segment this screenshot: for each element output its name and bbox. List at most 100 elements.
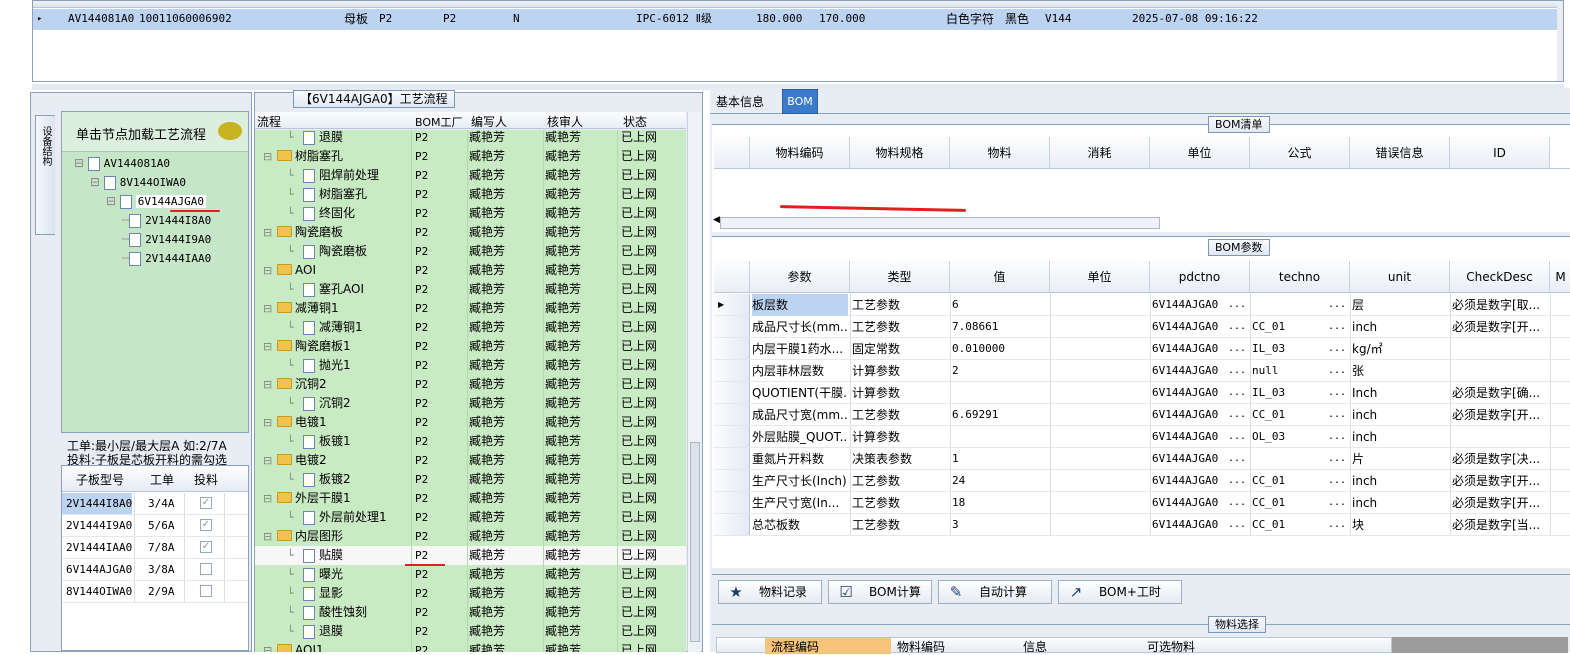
ellipsis-icon[interactable]: ...	[1328, 470, 1346, 492]
bom-calc-button[interactable]: ☑ BOM计算	[828, 580, 932, 604]
corner-cell[interactable]	[714, 261, 750, 292]
flow-row[interactable]: ⊟ 树脂塞孔 P2 臧艳芳 臧艳芳 已上网	[255, 147, 686, 166]
param-row[interactable]: QUOTIENT(干膜... 计算参数 6V144AJGA0... IL_03... I…	[714, 382, 1570, 404]
ellipsis-icon[interactable]: ...	[1328, 514, 1346, 536]
top-grid-row[interactable]: ▸ AV144081A0 10011060006902 母板 P2 P2 N I…	[33, 9, 1563, 30]
flow-row[interactable]: └ 终固化 P2 臧艳芳 臧艳芳 已上网	[255, 204, 686, 223]
col-unit-label[interactable]: 单位	[1050, 261, 1150, 292]
ellipsis-icon[interactable]: ...	[1328, 382, 1346, 404]
col-formula[interactable]: 公式	[1250, 137, 1350, 168]
ellipsis-icon[interactable]: ...	[1328, 316, 1346, 338]
ellipsis-icon[interactable]: ...	[1228, 360, 1246, 382]
col-material-code[interactable]: 物料编码	[750, 137, 850, 168]
col-techno[interactable]: techno	[1250, 261, 1350, 292]
feed-checkbox[interactable]: ✓	[200, 541, 212, 553]
row-header-cell[interactable]	[714, 338, 750, 359]
flow-row[interactable]: ⊟ AOI P2 臧艳芳 臧艳芳 已上网	[255, 261, 686, 280]
param-row[interactable]: ▶ 板层数 工艺参数 6 6V144AJGA0...... 层必须是数字[取...	[714, 294, 1570, 316]
col-m[interactable]: M	[1550, 261, 1570, 292]
row-header-cell[interactable]	[714, 470, 750, 491]
ellipsis-icon[interactable]: ...	[1328, 492, 1346, 514]
param-row[interactable]: 总芯板数 工艺参数 3 6V144AJGA0... CC_01... 块必须是数字[当..…	[714, 514, 1570, 536]
ellipsis-icon[interactable]: ...	[1228, 448, 1246, 470]
corner-cell[interactable]	[714, 137, 750, 168]
ellipsis-icon[interactable]: ...	[1328, 294, 1346, 316]
ellipsis-icon[interactable]: ...	[1228, 514, 1246, 536]
row-header-cell[interactable]	[714, 360, 750, 381]
sub-board-row[interactable]: 6V144AJGA0 3/8A	[62, 559, 248, 581]
feed-checkbox[interactable]: ✓	[200, 497, 212, 509]
param-row[interactable]: 外层贴膜_QUOT... 计算参数 6V144AJGA0... OL_03... inc…	[714, 426, 1570, 448]
col-model[interactable]: 子板型号	[76, 471, 124, 488]
col-pdctno[interactable]: pdctno	[1150, 261, 1250, 292]
flow-row[interactable]: ⊟ 外层干膜1 P2 臧艳芳 臧艳芳 已上网	[255, 489, 686, 508]
ellipsis-icon[interactable]: ...	[1228, 470, 1246, 492]
ellipsis-icon[interactable]: ...	[1228, 404, 1246, 426]
ellipsis-icon[interactable]: ...	[1228, 338, 1246, 360]
row-header-cell[interactable]	[714, 404, 750, 425]
tab-basic-info[interactable]: 基本信息	[716, 93, 764, 110]
col-type[interactable]: 类型	[850, 261, 950, 292]
param-row[interactable]: 内层菲林层数 计算参数 2 6V144AJGA0... null... 张	[714, 360, 1570, 382]
col-bom-factory[interactable]: BOM工厂	[415, 114, 463, 130]
flow-row[interactable]: └ 板镀2 P2 臧艳芳 臧艳芳 已上网	[255, 470, 686, 489]
col-status[interactable]: 状态	[623, 113, 647, 130]
ellipsis-icon[interactable]: ...	[1228, 294, 1246, 316]
flow-row[interactable]: ⊟ 电镀1 P2 臧艳芳 臧艳芳 已上网	[255, 413, 686, 432]
material-record-button[interactable]: ★ 物料记录	[718, 580, 822, 604]
flow-scrollbar[interactable]	[687, 112, 701, 652]
col-checkdesc[interactable]: CheckDesc	[1450, 261, 1550, 292]
col-id[interactable]: ID	[1450, 137, 1550, 168]
tree-node-selected[interactable]: ⊟ 6V144AJGA0	[106, 192, 206, 211]
row-header-cell[interactable]	[714, 492, 750, 513]
row-header-cell[interactable]: ▶	[714, 294, 750, 315]
row-header-cell[interactable]	[714, 426, 750, 447]
flow-row[interactable]: ⊟ 陶瓷磨板 P2 臧艳芳 臧艳芳 已上网	[255, 223, 686, 242]
sub-board-row[interactable]: 2V1444I8A0 3/4A ✓	[62, 493, 248, 515]
col-param[interactable]: 参数	[750, 261, 850, 292]
col-error-info[interactable]: 错误信息	[1350, 137, 1450, 168]
col-unit[interactable]: 单位	[1150, 137, 1250, 168]
flow-row[interactable]: └ 陶瓷磨板 P2 臧艳芳 臧艳芳 已上网	[255, 242, 686, 261]
vertical-tab[interactable]: 设备结构	[35, 115, 55, 235]
sub-board-row[interactable]: 8V144OIWA0 2/9A	[62, 581, 248, 603]
ellipsis-icon[interactable]: ...	[1328, 448, 1346, 470]
row-header-cell[interactable]	[714, 514, 750, 535]
flow-row[interactable]: ⊟ 减薄铜1 P2 臧艳芳 臧艳芳 已上网	[255, 299, 686, 318]
feed-checkbox[interactable]: ✓	[200, 519, 212, 531]
feed-checkbox[interactable]	[200, 585, 212, 597]
tab-bom[interactable]: BOM	[782, 89, 818, 114]
col-unit[interactable]: unit	[1350, 261, 1450, 292]
flow-row[interactable]: ⊟ 沉铜2 P2 臧艳芳 臧艳芳 已上网	[255, 375, 686, 394]
col-reviewer[interactable]: 核审人	[547, 113, 583, 130]
sub-board-row[interactable]: 2V1444IAA0 7/8A ✓	[62, 537, 248, 559]
ellipsis-icon[interactable]: ...	[1228, 382, 1246, 404]
top-grid-scrollbar[interactable]	[1557, 1, 1563, 81]
param-row[interactable]: 内层干膜1药水... 固定常数 0.010000 6V144AJGA0... IL_03…	[714, 338, 1570, 360]
flow-row[interactable]: ⊟ 内层图形 P2 臧艳芳 臧艳芳 已上网	[255, 527, 686, 546]
ellipsis-icon[interactable]: ...	[1228, 492, 1246, 514]
col-material-spec[interactable]: 物料规格	[850, 137, 950, 168]
feed-checkbox[interactable]	[200, 563, 212, 575]
bom-plus-hours-button[interactable]: ↗ BOM+工时	[1058, 580, 1182, 604]
col-material-code[interactable]: 物料编码	[897, 638, 945, 655]
col-flow[interactable]: 流程	[257, 113, 281, 130]
col-feed[interactable]: 投料	[194, 471, 218, 488]
ellipsis-icon[interactable]: ...	[1228, 426, 1246, 448]
flow-row[interactable]: ⊟ AOI1 P2 臧艳芳 臧艳芳 已上网	[255, 641, 686, 652]
flow-row[interactable]: └ 减薄铜1 P2 臧艳芳 臧艳芳 已上网	[255, 318, 686, 337]
tree-node[interactable]: ┄ 2V1444I8A0	[122, 211, 211, 230]
col-order[interactable]: 工单	[150, 471, 174, 488]
col-info[interactable]: 信息	[1023, 638, 1047, 655]
param-row[interactable]: 生产尺寸长(Inch) 工艺参数 24 6V144AJGA0... CC_01... in…	[714, 470, 1570, 492]
flow-row[interactable]: └ 退膜 P2 臧艳芳 臧艳芳 已上网	[255, 130, 686, 147]
flow-row[interactable]: └ 树脂塞孔 P2 臧艳芳 臧艳芳 已上网	[255, 185, 686, 204]
param-row[interactable]: 成品尺寸长(mm... 工艺参数 7.08661 6V144AJGA0... CC_01…	[714, 316, 1570, 338]
param-row[interactable]: 生产尺寸宽(In... 工艺参数 18 6V144AJGA0... CC_01... in…	[714, 492, 1570, 514]
scroll-thumb[interactable]	[690, 442, 700, 642]
col-consume[interactable]: 消耗	[1050, 137, 1150, 168]
bom-list-hscroll[interactable]: ◀	[713, 215, 1160, 229]
flow-row[interactable]: └ 塞孔AOI P2 臧艳芳 臧艳芳 已上网	[255, 280, 686, 299]
flow-row[interactable]: └ 外层前处理1 P2 臧艳芳 臧艳芳 已上网	[255, 508, 686, 527]
ellipsis-icon[interactable]: ...	[1328, 426, 1346, 448]
